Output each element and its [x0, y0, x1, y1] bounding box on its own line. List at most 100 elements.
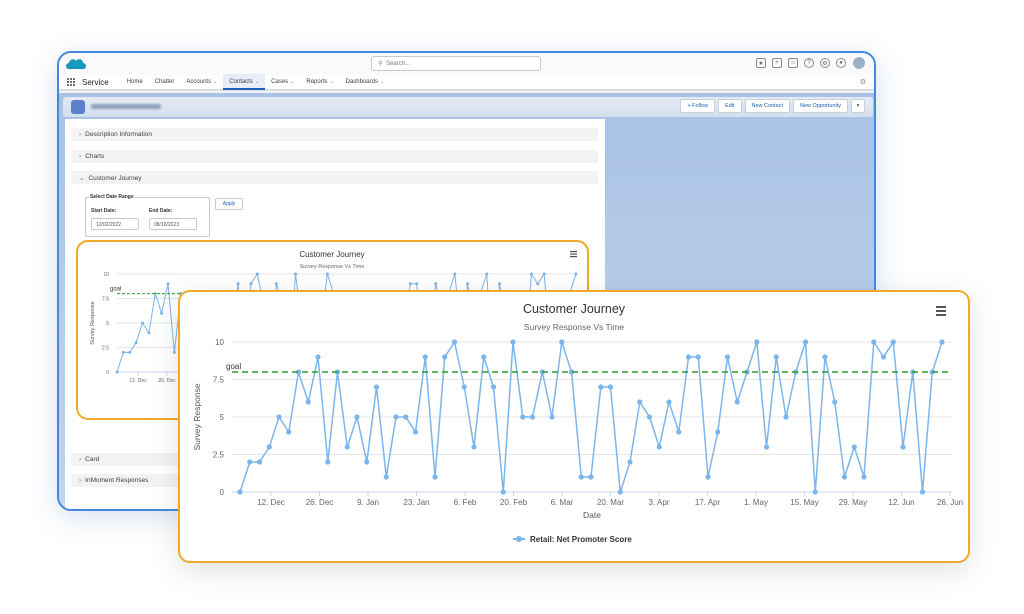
x-axis-label: Date: [583, 510, 601, 520]
chevron-down-icon[interactable]: ⌄: [380, 79, 384, 85]
nav-item-reports[interactable]: Reports ⌄: [300, 74, 339, 90]
nav-item-contacts[interactable]: Contacts ⌄: [223, 74, 266, 90]
large-chart-svg: Customer Journey Survey Response Vs Time 0…: [192, 302, 963, 544]
stage: ⚲ Search... ★ + ⌂ ? ⚙ ● Service Home Cha…: [0, 0, 1024, 614]
data-point: [256, 459, 263, 465]
data-point: [783, 414, 789, 420]
data-point: [851, 444, 857, 450]
x-tick-label: 3. Apr: [649, 498, 670, 507]
chevron-down-icon[interactable]: ⌄: [255, 79, 259, 85]
data-point: [128, 350, 132, 354]
start-date-label: Start Date:: [91, 208, 117, 214]
y-tick-label: 5: [106, 321, 109, 327]
data-point: [403, 414, 409, 420]
data-point: [255, 272, 259, 276]
section-customer-journey[interactable]: ⌄ Customer Journey: [71, 171, 598, 184]
x-tick-label: 1. May: [744, 498, 768, 507]
data-point: [415, 282, 419, 286]
data-point: [160, 311, 164, 315]
nav-item-chatter[interactable]: Chatter: [149, 74, 181, 90]
search-placeholder: Search...: [386, 61, 411, 67]
data-point: [294, 272, 297, 276]
chevron-right-icon: ›: [79, 456, 82, 463]
data-point: [574, 272, 578, 276]
nav-item-dashboards[interactable]: Dashboards ⌄: [340, 74, 391, 90]
data-point: [510, 339, 516, 345]
chevron-right-icon: ›: [79, 131, 82, 138]
chart-menu-icon[interactable]: [570, 251, 577, 258]
follow-button[interactable]: + Follow: [680, 99, 716, 113]
y-tick-label: 7.5: [102, 296, 109, 302]
data-point: [393, 414, 399, 420]
new-contact-button[interactable]: New Contact: [744, 99, 791, 113]
favorites-icon[interactable]: ★: [756, 58, 766, 68]
legend-marker: [516, 536, 522, 542]
notifications-bell-icon[interactable]: ●: [836, 58, 846, 68]
chart-title: Customer Journey: [299, 250, 364, 259]
data-point: [666, 399, 672, 405]
global-actions-icon[interactable]: +: [772, 58, 782, 68]
nav-item-cases[interactable]: Cases ⌄: [265, 74, 300, 90]
header-utilities: ★ + ⌂ ? ⚙ ●: [756, 56, 866, 70]
date-range-fieldset: Select Date Range Start Date: End Date: …: [85, 194, 210, 237]
setup-gear-icon[interactable]: ⚙: [820, 58, 830, 68]
y-tick-label: 10: [215, 338, 224, 347]
data-point: [656, 444, 662, 450]
x-tick-label: 12. Dec: [129, 378, 147, 384]
chevron-down-icon: ⌄: [79, 175, 85, 182]
section-charts[interactable]: › Charts: [71, 150, 598, 163]
data-point: [763, 444, 770, 450]
nav-item-home[interactable]: Home: [121, 74, 149, 90]
chevron-down-icon[interactable]: ⌄: [290, 79, 294, 85]
nav-item-accounts[interactable]: Accounts ⌄: [180, 74, 223, 90]
salesforce-logo-icon[interactable]: [65, 57, 87, 72]
section-description-information[interactable]: › Description Information: [71, 128, 598, 141]
data-point: [344, 444, 350, 450]
data-point: [354, 414, 360, 420]
global-search-input[interactable]: ⚲ Search...: [371, 56, 541, 71]
data-point: [646, 414, 653, 420]
data-point: [276, 414, 282, 420]
y-tick-label: 2.5: [213, 450, 225, 459]
data-point: [705, 474, 711, 480]
edit-nav-gear-icon[interactable]: ⚙: [860, 78, 866, 86]
edit-button[interactable]: Edit: [718, 99, 742, 113]
trailhead-icon[interactable]: ⌂: [788, 58, 798, 68]
help-icon[interactable]: ?: [804, 58, 814, 68]
x-tick-label: 15. May: [790, 498, 818, 507]
data-point: [412, 429, 419, 435]
global-header: ⚲ Search... ★ + ⌂ ? ⚙ ●: [59, 53, 874, 75]
data-point: [588, 474, 594, 480]
chevron-right-icon: ›: [79, 153, 82, 160]
data-point: [498, 282, 501, 286]
user-avatar[interactable]: [852, 56, 866, 70]
data-point: [861, 474, 867, 480]
data-point: [715, 429, 721, 435]
data-point: [481, 354, 487, 360]
end-date-input[interactable]: 08/16/2023: [149, 218, 197, 230]
end-date-label: End Date:: [149, 208, 173, 214]
data-point: [685, 354, 692, 360]
data-point: [773, 354, 779, 360]
data-point: [617, 489, 623, 495]
data-point: [453, 272, 457, 276]
chart-menu-icon[interactable]: [936, 306, 946, 316]
start-date-input[interactable]: 12/02/2022: [91, 218, 139, 230]
data-point: [115, 370, 119, 374]
data-point: [166, 282, 170, 286]
data-point: [812, 489, 818, 495]
y-tick-label: 5: [220, 413, 225, 422]
app-launcher-icon[interactable]: [67, 77, 76, 87]
data-point: [274, 282, 278, 286]
apply-button[interactable]: Apply: [215, 198, 243, 210]
data-point: [880, 354, 887, 360]
chevron-down-icon[interactable]: ⌄: [329, 79, 333, 85]
data-point: [578, 474, 584, 480]
data-point: [466, 282, 470, 286]
more-actions-dropdown-icon[interactable]: ▾: [851, 99, 865, 113]
x-tick-label: 6. Feb: [454, 498, 477, 507]
chevron-down-icon[interactable]: ⌄: [213, 79, 217, 85]
chart-title: Customer Journey: [523, 302, 626, 316]
x-tick-label: 12. Dec: [257, 498, 285, 507]
new-opportunity-button[interactable]: New Opportunity: [793, 99, 848, 113]
